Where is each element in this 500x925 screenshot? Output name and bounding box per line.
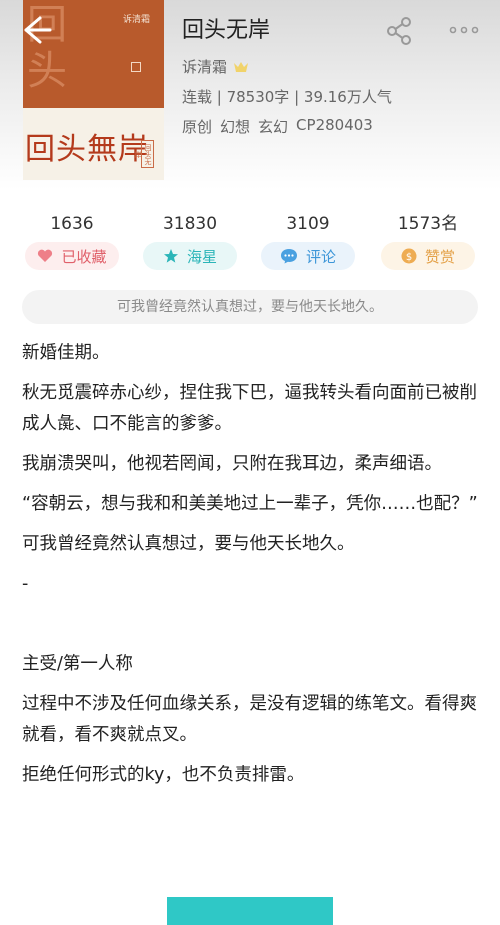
heart-icon (38, 249, 53, 262)
starfish-count: 31830 (162, 214, 218, 234)
bottom-main-action[interactable] (167, 897, 333, 925)
cover-side-text: 回头无岸 (134, 140, 154, 168)
summary-banner: 可我曾经竟然认真想过，要与他天长地久。 (22, 290, 478, 324)
favorites-count: 1636 (50, 214, 94, 234)
cover-author-text: 诉清霜 (123, 15, 151, 25)
comment-label: 评论 (305, 247, 336, 266)
rewards-rank: 1573名 (397, 214, 459, 234)
stat-comments: 3109 评论 (258, 212, 358, 270)
bottom-right-action[interactable] (360, 907, 470, 925)
starfish-label: 海星 (186, 247, 217, 266)
vip-badge-icon (234, 61, 249, 72)
tag-item[interactable]: 玄幻 (258, 116, 288, 137)
book-introduction: 新婚佳期。 秋无觅震碎赤心纱，捏住我下巴，逼我转头看向面前已被削成人彘、口不能言… (22, 338, 482, 800)
book-meta: 连载 | 78530字 | 39.16万人气 (182, 88, 392, 106)
author-name[interactable]: 诉清霜 (182, 56, 227, 77)
bottom-action-bar (0, 897, 500, 925)
cover-title-text: 回头無岸 (25, 132, 149, 167)
favorite-label: 已收藏 (61, 247, 107, 266)
intro-paragraph: 我崩溃哭叫，他视若罔闻，只附在我耳边，柔声细语。 (22, 454, 442, 474)
intro-blank-line (22, 609, 482, 640)
more-options-icon[interactable] (448, 20, 480, 40)
bottom-left-action[interactable] (28, 907, 128, 925)
stat-starfish: 31830 海星 (140, 212, 240, 270)
stat-rewards: 1573名 $ 赞赏 (378, 212, 478, 270)
author-row[interactable]: 诉清霜 (182, 56, 249, 77)
coin-icon: $ (401, 248, 417, 264)
share-icon[interactable] (384, 16, 414, 46)
stat-favorites: 1636 已收藏 (22, 212, 122, 270)
comment-button[interactable]: 评论 (261, 242, 355, 270)
intro-paragraph: 秋无觅震碎赤心纱，捏住我下巴，逼我转头看向面前已被削成人彘、口不能言的爹爹。 (22, 383, 477, 434)
cover-stamp (131, 62, 141, 72)
intro-paragraph: 过程中不涉及任何血缘关系，是没有逻辑的练笔文。看得爽就看，看不爽就点叉。 (22, 694, 477, 745)
comments-count: 3109 (286, 214, 330, 234)
book-title: 回头无岸 (182, 18, 271, 43)
reward-label: 赞赏 (424, 247, 455, 266)
reward-button[interactable]: $ 赞赏 (381, 242, 475, 270)
intro-paragraph: 新婚佳期。 (22, 343, 110, 363)
intro-paragraph: 主受/第一人称 (22, 654, 133, 674)
favorite-button[interactable]: 已收藏 (25, 242, 119, 270)
intro-paragraph: - (22, 574, 29, 594)
back-arrow-icon[interactable] (20, 14, 52, 46)
tag-item[interactable]: CP280403 (296, 116, 373, 137)
tag-item[interactable]: 原创 (182, 116, 212, 137)
stats-row: 1636 已收藏 31830 海星 3109 评论 1573名 $ 赞赏 (0, 212, 500, 272)
svg-text:$: $ (406, 252, 412, 263)
intro-paragraph: “容朝云，想与我和和美美地过上一辈子，凭你……也配？” (22, 494, 478, 514)
book-tags: 原创 幻想 玄幻 CP280403 (182, 116, 373, 137)
tag-item[interactable]: 幻想 (220, 116, 250, 137)
comment-icon (280, 249, 297, 264)
intro-paragraph: 拒绝任何形式的ky，也不负责排雷。 (22, 765, 305, 785)
starfish-button[interactable]: 海星 (143, 242, 237, 270)
star-icon (163, 249, 178, 263)
intro-paragraph: 可我曾经竟然认真想过，要与他天长地久。 (22, 534, 355, 554)
